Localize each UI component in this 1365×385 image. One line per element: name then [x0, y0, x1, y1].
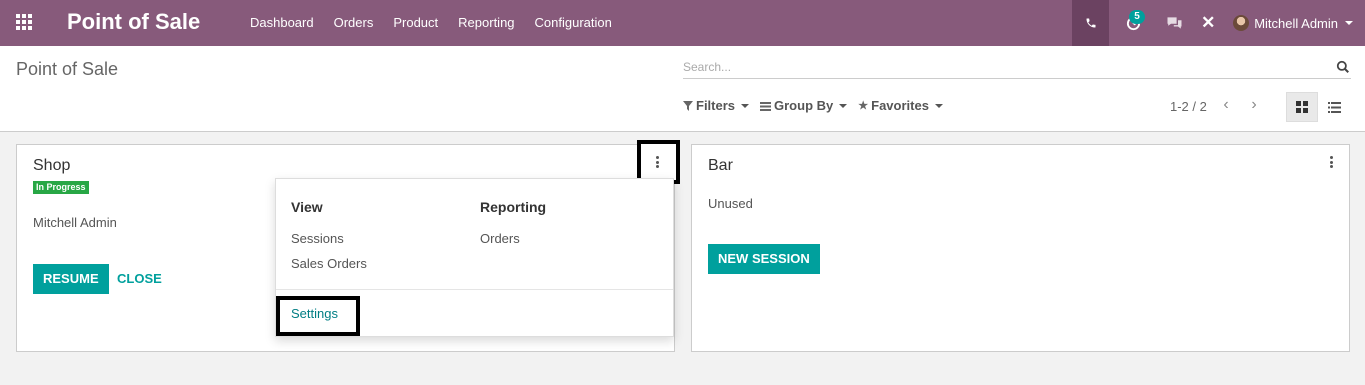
chat-icon[interactable]: [1157, 0, 1191, 46]
kebab-menu-icon[interactable]: [1326, 155, 1336, 169]
status-badge: In Progress: [33, 181, 89, 194]
user-name: Mitchell Admin: [1254, 15, 1338, 31]
main-menu: Dashboard Orders Product Reporting Confi…: [240, 0, 622, 46]
phone-icon[interactable]: [1072, 0, 1110, 46]
chevron-down-icon: [839, 103, 848, 108]
menu-item-reporting[interactable]: Reporting: [448, 0, 524, 46]
app-brand[interactable]: Point of Sale: [67, 9, 200, 35]
close-button[interactable]: CLOSE: [117, 271, 162, 286]
chevron-down-icon: [741, 103, 750, 108]
card-title[interactable]: Bar: [708, 157, 733, 175]
chevron-down-icon: [1345, 21, 1353, 25]
avatar: [1233, 15, 1250, 31]
dropdown-view-heading: View: [291, 199, 323, 215]
apps-menu-icon[interactable]: [16, 14, 34, 32]
group-by-label: Group By: [774, 98, 834, 113]
list-view-button[interactable]: [1318, 92, 1350, 122]
activity-count-badge: 5: [1129, 10, 1145, 24]
systray: 5 ✕ Mitchell Admin: [1072, 0, 1365, 46]
group-by-button[interactable]: Group By: [760, 98, 848, 113]
control-panel: Point of Sale Filters Group By ★ Favorit…: [0, 46, 1365, 132]
card-title[interactable]: Shop: [33, 157, 70, 175]
star-icon: ★: [858, 100, 869, 112]
favorites-label: Favorites: [871, 98, 929, 113]
user-menu[interactable]: Mitchell Admin: [1225, 0, 1365, 46]
debug-tools-icon[interactable]: ✕: [1191, 0, 1225, 46]
kanban-view-button[interactable]: [1286, 92, 1318, 122]
dropdown-reporting-heading: Reporting: [480, 199, 547, 215]
filters-label: Filters: [696, 98, 736, 113]
dropdown-item-sessions[interactable]: Sessions: [291, 231, 344, 246]
session-state: Unused: [708, 196, 753, 211]
dropdown-item-settings[interactable]: Settings: [291, 306, 338, 321]
search-input[interactable]: [683, 57, 1323, 77]
menu-item-configuration[interactable]: Configuration: [525, 0, 622, 46]
favorites-button[interactable]: ★ Favorites: [858, 98, 943, 113]
list-icon: [1327, 101, 1341, 113]
resume-button[interactable]: RESUME: [33, 264, 109, 294]
filter-icon: [683, 100, 693, 111]
search-icon[interactable]: [1336, 60, 1350, 74]
pager-value[interactable]: 1-2 / 2: [1170, 99, 1207, 114]
page-title: Point of Sale: [16, 59, 119, 79]
session-user: Mitchell Admin: [33, 215, 117, 230]
dropdown-divider: [276, 289, 673, 290]
kanban-grid-icon: [1296, 101, 1308, 113]
dropdown-item-sales-orders[interactable]: Sales Orders: [291, 256, 367, 271]
chevron-right-icon[interactable]: ›: [1244, 96, 1264, 116]
filters-button[interactable]: Filters: [683, 98, 750, 113]
kebab-menu-icon[interactable]: [652, 155, 662, 169]
activity-clock-icon[interactable]: 5: [1109, 0, 1157, 46]
dropdown-item-orders[interactable]: Orders: [480, 231, 520, 246]
search-options: Filters Group By ★ Favorites: [683, 98, 954, 113]
new-session-button[interactable]: NEW SESSION: [708, 244, 820, 274]
menu-item-dashboard[interactable]: Dashboard: [240, 0, 324, 46]
menu-item-orders[interactable]: Orders: [324, 0, 384, 46]
menu-item-product[interactable]: Product: [383, 0, 448, 46]
bars-icon: [760, 101, 772, 111]
search-bar: [683, 57, 1351, 79]
chevron-left-icon[interactable]: ‹: [1216, 96, 1236, 116]
pos-card-bar: Bar Unused NEW SESSION: [691, 144, 1350, 352]
top-navbar: Point of Sale Dashboard Orders Product R…: [0, 0, 1365, 46]
chevron-down-icon: [934, 103, 943, 108]
